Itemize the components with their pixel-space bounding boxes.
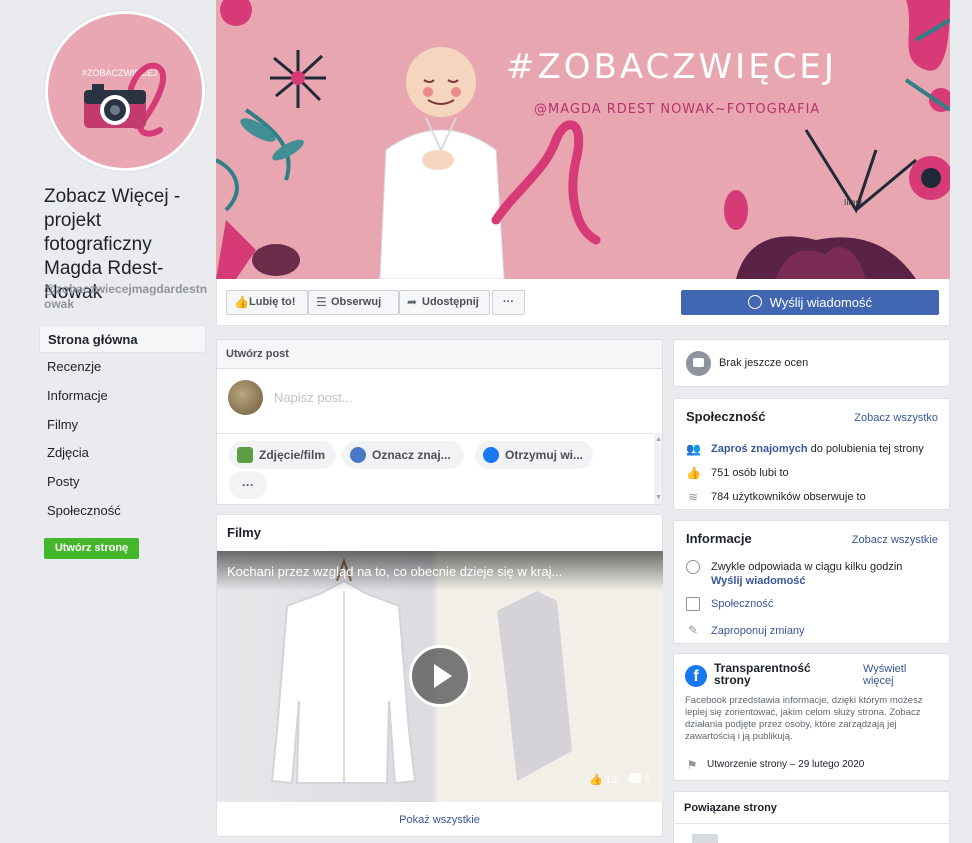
share-arrow-icon: ➦ (407, 295, 418, 309)
like-label: Lubię to! (249, 296, 296, 308)
like-button[interactable]: 👍 Lubię to! (226, 290, 308, 315)
follow-label: Obserwuj (331, 296, 382, 308)
thumbs-up-icon: 👍 (234, 295, 249, 309)
messenger-icon (483, 447, 499, 463)
rss-icon: ≋ (687, 490, 699, 504)
photo-video-chip[interactable]: Zdjęcie/film (229, 441, 336, 469)
scrollbar[interactable]: ▲ ▼ (654, 433, 662, 504)
messenger-icon (747, 295, 762, 309)
invite-friends-icon: 👥 (686, 442, 701, 456)
share-button[interactable]: ➦ Udostępnij (399, 290, 490, 315)
share-label: Udostępnij (422, 296, 479, 308)
category-icon (686, 597, 700, 611)
info-see-all[interactable]: Zobacz wszystkie (852, 534, 938, 546)
tag-person-icon (350, 447, 366, 463)
page-handle[interactable]: @zobaczwiecejmagdardestnowak (44, 282, 209, 312)
transparency-card: f Transparentność strony Wyświetl więcej… (673, 653, 950, 781)
cover-illustration: #ZOBACZWIĘCEJ @MAGDA RDEST NOWAK~FOTOGRA… (216, 0, 950, 279)
nav-item-home[interactable]: Strona główna (39, 325, 206, 353)
invite-friends-link[interactable]: Zaproś znajomych (711, 443, 808, 455)
comment-count: 5 (645, 774, 652, 786)
reviews-card: Brak jeszcze ocen (673, 339, 950, 387)
reviews-text: Brak jeszcze ocen (719, 357, 809, 369)
flag-icon: ⚑ (686, 758, 698, 772)
reviews-icon (686, 351, 711, 376)
related-pages-title[interactable]: Powiązane strony (684, 802, 777, 814)
send-message-label: Wyślij wiadomość (769, 295, 873, 310)
transparency-title[interactable]: Transparentność strony (714, 662, 824, 686)
messenger-icon (686, 560, 700, 574)
likes-count: 751 osób lubi to (711, 467, 789, 479)
related-page-thumbnail[interactable] (692, 834, 718, 843)
nav-item-community[interactable]: Społeczność (39, 497, 206, 525)
response-time: Zwykle odpowiada w ciągu kilku godzin (711, 561, 903, 573)
create-post-header: Utwórz post (216, 339, 663, 369)
get-messages-label: Otrzymuj wi... (505, 448, 584, 462)
create-page-button[interactable]: Utwórz stronę (44, 538, 139, 559)
video-player[interactable]: Kochani przez wzgląd na to, co obecnie d… (217, 551, 663, 802)
divider (674, 823, 949, 824)
video-title[interactable]: Kochani przez wzgląd na to, co obecnie d… (227, 564, 562, 579)
followers-count: 784 użytkowników obserwuje to (711, 491, 866, 503)
community-card: Społeczność Zobacz wszystko 👥 Zaproś zna… (673, 398, 950, 510)
profile-logo: #ZOBACZWIĘCEJ (48, 14, 202, 168)
cover-signature: lilew (844, 198, 863, 207)
community-title[interactable]: Społeczność (686, 409, 765, 424)
more-options-chip[interactable]: ··· (229, 471, 267, 499)
nav-item-info[interactable]: Informacje (39, 382, 206, 410)
photo-icon (237, 447, 253, 463)
invite-friends-row: Zaproś znajomych do polubienia tej stron… (711, 442, 924, 456)
info-title[interactable]: Informacje (686, 531, 752, 546)
follow-button[interactable]: ☰ Obserwuj (308, 290, 399, 315)
cover-photo[interactable]: #ZOBACZWIĘCEJ @MAGDA RDEST NOWAK~FOTOGRA… (216, 0, 950, 279)
videos-title[interactable]: Filmy (227, 525, 261, 540)
tag-friends-chip[interactable]: Oznacz znaj... (342, 441, 464, 469)
nav-item-posts[interactable]: Posty (39, 468, 206, 496)
pencil-icon: ✎ (687, 623, 699, 637)
like-count: 13 (605, 774, 618, 786)
profile-picture[interactable]: #ZOBACZWIĘCEJ (48, 14, 202, 168)
divider (217, 433, 653, 434)
like-count-icon: 👍 (589, 774, 603, 786)
nav-item-photos[interactable]: Zdjęcia (39, 439, 206, 467)
show-all-videos-link[interactable]: Pokaż wszystkie (216, 814, 663, 826)
rss-icon: ☰ (316, 295, 327, 309)
invite-friends-text: do polubienia tej strony (807, 443, 924, 455)
transparency-see-more[interactable]: Wyświetl więcej (863, 663, 923, 687)
community-see-all[interactable]: Zobacz wszystko (854, 412, 938, 424)
cover-hashtag: #ZOBACZWIĘCEJ (506, 47, 837, 87)
suggest-edits-link[interactable]: Zaproponuj zmiany (711, 624, 805, 638)
nav-item-videos[interactable]: Filmy (39, 411, 206, 439)
tag-friends-label: Oznacz znaj... (372, 448, 451, 462)
cover-credit: @MAGDA RDEST NOWAK~FOTOGRAFIA (534, 102, 820, 117)
page-created-date: Utworzenie strony – 29 lutego 2020 (707, 759, 865, 770)
create-post-box: Napisz post... ▲ ▼ Zdjęcie/film Oznacz z… (216, 368, 663, 505)
thumbs-up-icon: 👍 (686, 466, 701, 480)
post-input[interactable]: Napisz post... (274, 390, 353, 405)
nav-item-reviews[interactable]: Recenzje (39, 353, 206, 381)
info-send-message-link[interactable]: Wyślij wiadomość (711, 574, 806, 588)
play-button[interactable] (409, 645, 471, 707)
get-messages-chip[interactable]: Otrzymuj wi... (475, 441, 593, 469)
comment-icon (629, 773, 641, 783)
transparency-body: Facebook przedstawia informacje, dzięki … (685, 695, 923, 742)
photo-video-label: Zdjęcie/film (259, 448, 326, 462)
info-card: Informacje Zobacz wszystkie Zwykle odpow… (673, 520, 950, 644)
send-message-button[interactable]: Wyślij wiadomość (681, 290, 939, 315)
more-button[interactable]: ··· (492, 290, 525, 315)
facebook-icon: f (685, 665, 707, 687)
play-icon (434, 664, 452, 688)
category-link[interactable]: Społeczność (711, 597, 773, 611)
related-pages-card: Powiązane strony (673, 791, 950, 843)
user-avatar[interactable] (228, 380, 263, 415)
